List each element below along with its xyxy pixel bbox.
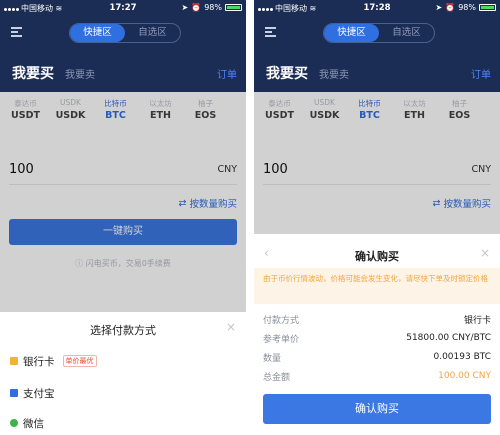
orders-link[interactable]: 订单 xyxy=(217,66,237,81)
confirm-purchase-button[interactable]: 确认购买 xyxy=(263,394,491,424)
payment-option-wechat[interactable]: 微信 xyxy=(10,412,236,434)
battery-percent: 98% xyxy=(458,3,476,12)
location-icon: ➤ xyxy=(181,3,189,12)
row-total-amount: 总金额 100.00 CNY xyxy=(263,371,491,383)
close-icon[interactable]: × xyxy=(226,320,236,334)
status-bar: 中国移动 ≋ 17:27 ➤ ⏰ 98% xyxy=(0,0,246,16)
tab-sell[interactable]: 我要卖 xyxy=(319,66,349,81)
battery-percent: 98% xyxy=(204,3,222,12)
wechat-icon xyxy=(10,419,18,427)
menu-icon[interactable] xyxy=(265,27,276,39)
bank-card-icon xyxy=(10,357,18,365)
menu-icon[interactable] xyxy=(11,27,22,39)
row-reference-price: 参考单价 51800.00 CNY/BTC xyxy=(263,333,491,345)
payment-option-alipay[interactable]: 支付宝 xyxy=(10,382,236,404)
best-price-badge: 单价最优 xyxy=(62,355,97,367)
tab-buy[interactable]: 我要买 xyxy=(266,63,308,83)
tab-fast-zone[interactable]: 快捷区 xyxy=(324,24,379,42)
header: 中国移动 ≋ 17:28 ➤ ⏰ 98% 快捷区 自选区 我要买 我要卖 订单 xyxy=(254,0,500,92)
header: 中国移动 ≋ 17:27 ➤ ⏰ 98% 快捷区 自选区 我要买 我要卖 订单 xyxy=(0,0,246,92)
payment-method-sheet: 选择付款方式 × 银行卡 单价最优 支付宝 微信 xyxy=(0,312,246,435)
row-quantity: 数量 0.00193 BTC xyxy=(263,352,491,364)
battery-icon xyxy=(479,4,496,11)
alarm-icon: ⏰ xyxy=(191,3,202,12)
location-icon: ➤ xyxy=(435,3,443,12)
battery-icon xyxy=(225,4,242,11)
row-payment-method: 付款方式 银行卡 xyxy=(263,315,491,326)
sheet-title: 选择付款方式 xyxy=(90,324,156,337)
alipay-icon xyxy=(10,389,18,397)
alarm-icon: ⏰ xyxy=(445,3,456,12)
price-notice: 由于币价行情波动，价格可能会发生变化，请尽快下单及时锁定价格 xyxy=(254,268,500,304)
confirm-purchase-sheet: ‹ 确认购买 × 由于币价行情波动，价格可能会发生变化，请尽快下单及时锁定价格 … xyxy=(254,234,500,435)
tab-fast-zone[interactable]: 快捷区 xyxy=(70,24,125,42)
tab-sell[interactable]: 我要卖 xyxy=(65,66,95,81)
zone-switch: 快捷区 自选区 xyxy=(69,23,181,43)
payment-option-bank-card[interactable]: 银行卡 单价最优 xyxy=(10,350,236,372)
tab-free-zone[interactable]: 自选区 xyxy=(125,24,180,42)
left-screen: 中国移动 ≋ 17:27 ➤ ⏰ 98% 快捷区 自选区 我要买 我要卖 订单 … xyxy=(0,0,246,435)
close-icon[interactable]: × xyxy=(480,246,490,260)
right-screen: 中国移动 ≋ 17:28 ➤ ⏰ 98% 快捷区 自选区 我要买 我要卖 订单 … xyxy=(254,0,500,435)
zone-switch: 快捷区 自选区 xyxy=(323,23,435,43)
tab-buy[interactable]: 我要买 xyxy=(12,63,54,83)
tab-free-zone[interactable]: 自选区 xyxy=(379,24,434,42)
sheet-title: 确认购买 xyxy=(355,250,399,263)
orders-link[interactable]: 订单 xyxy=(471,66,491,81)
status-bar: 中国移动 ≋ 17:28 ➤ ⏰ 98% xyxy=(254,0,500,16)
